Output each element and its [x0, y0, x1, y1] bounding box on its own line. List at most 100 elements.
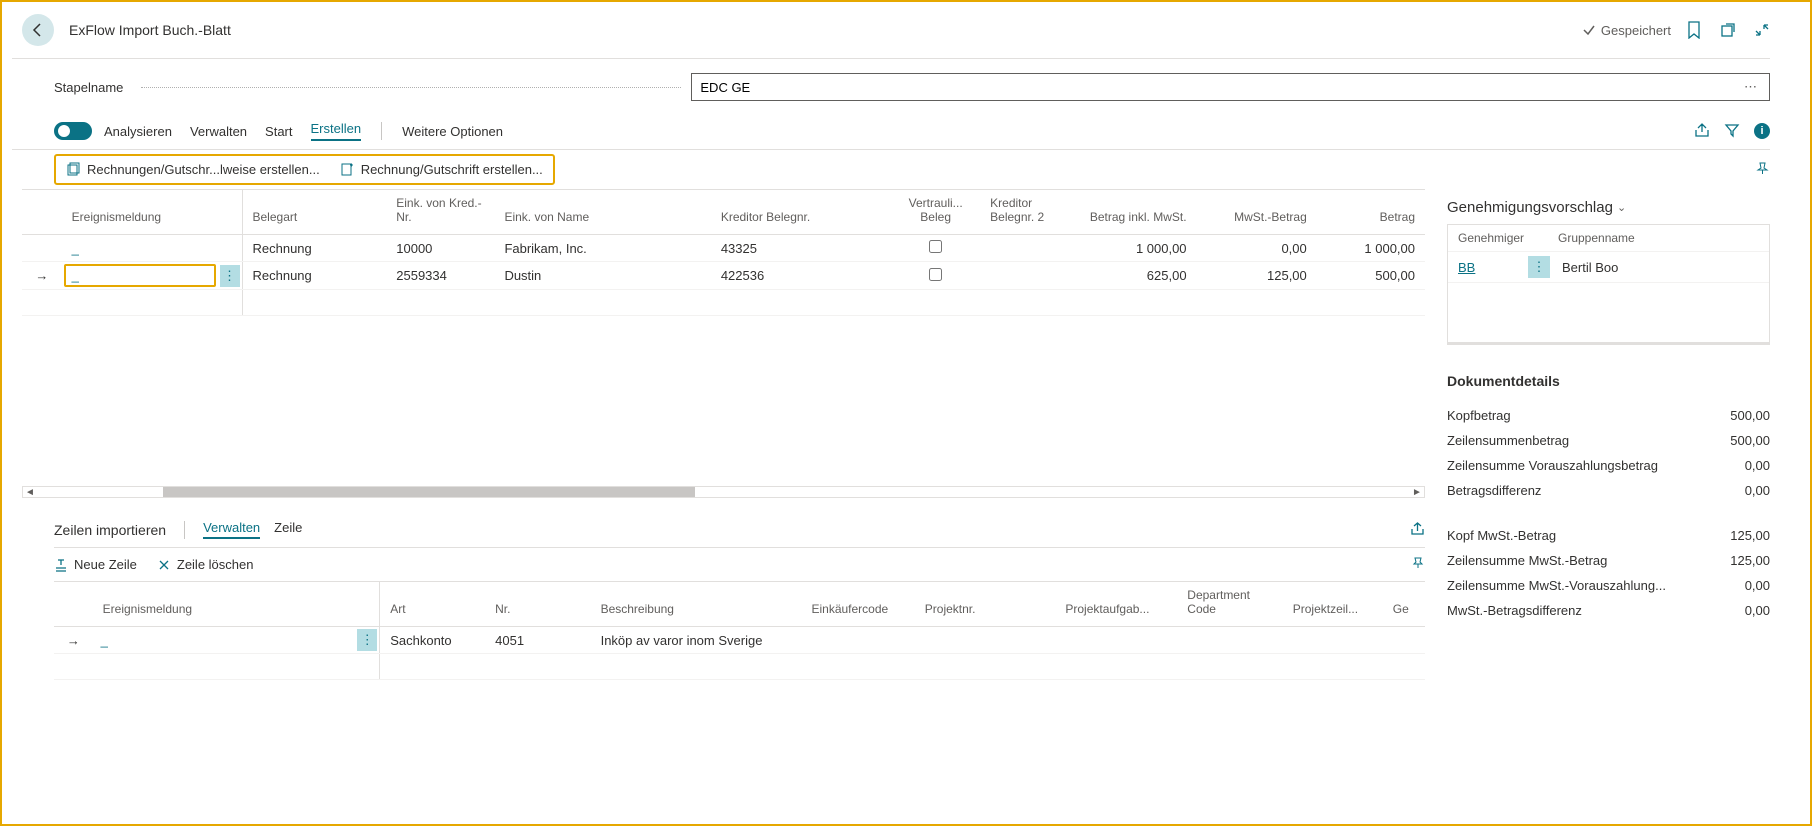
share-button[interactable] — [1694, 122, 1710, 141]
arrow-left-icon — [30, 22, 46, 38]
chevron-down-icon: ⌄ — [1617, 201, 1626, 214]
saved-label: Gespeichert — [1601, 23, 1671, 38]
batch-create-icon — [66, 162, 81, 177]
col-belegart[interactable]: Belegart — [242, 190, 386, 235]
analyze-toggle[interactable] — [54, 122, 92, 140]
cell-belegart: Rechnung — [242, 235, 386, 262]
info-button[interactable]: i — [1754, 123, 1770, 139]
cell-belegnr: 422536 — [711, 262, 891, 290]
detail-kopf-mwst: Kopf MwSt.-Betrag 125,00 — [1447, 523, 1770, 548]
cell-ereignis[interactable]: _ — [62, 235, 242, 262]
bookmark-button[interactable] — [1686, 21, 1702, 39]
lcol-ge[interactable]: Ge — [1383, 582, 1425, 627]
approver-row[interactable]: BB ⋮ Bertil Boo — [1448, 251, 1769, 282]
cell-kred-nr: 10000 — [386, 235, 494, 262]
subpage-zeile[interactable]: Zeile — [274, 520, 302, 539]
stapelname-input[interactable] — [700, 80, 1740, 95]
new-line-label: Neue Zeile — [74, 557, 137, 572]
lcell-ereignis[interactable]: _ — [95, 631, 358, 650]
delete-line-button[interactable]: Zeile löschen — [157, 557, 254, 572]
bookmark-icon — [1686, 21, 1702, 39]
stapelname-input-wrap[interactable]: ⋯ — [691, 73, 1770, 101]
lines-row-empty[interactable] — [54, 654, 1425, 680]
open-new-button[interactable] — [1720, 22, 1736, 38]
menu-verwalten[interactable]: Verwalten — [190, 124, 247, 139]
approval-panel-title[interactable]: Genehmigungsvorschlag ⌄ — [1447, 199, 1770, 216]
approver-table: Genehmiger Gruppenname BB ⋮ Bertil Boo — [1447, 224, 1770, 345]
detail-zeilensumme-mwst-voraus: Zeilensumme MwSt.-Vorauszahlung... 0,00 — [1447, 573, 1770, 598]
hscroll-right[interactable]: ► — [1410, 487, 1424, 498]
new-line-button[interactable]: Neue Zeile — [54, 557, 137, 572]
col-kred-nr[interactable]: Eink. von Kred.-Nr. — [386, 190, 494, 235]
saved-status: Gespeichert — [1582, 23, 1671, 38]
col-inkl-mwst[interactable]: Betrag inkl. MwSt. — [1076, 190, 1196, 235]
table-row-empty[interactable] — [22, 290, 1425, 316]
row-more-button[interactable]: ⋮ — [220, 265, 240, 287]
lcell-nr: 4051 — [485, 627, 590, 654]
hscroll-bar[interactable]: ◄ ► — [22, 486, 1425, 498]
cell-ereignis-highlight[interactable]: _ — [64, 264, 216, 287]
detail-zeilensumme-voraus: Zeilensumme Vorauszahlungsbetrag 0,00 — [1447, 453, 1770, 478]
batch-create-button[interactable]: Rechnungen/Gutschr...lweise erstellen... — [66, 162, 320, 177]
stapelname-lookup-button[interactable]: ⋯ — [1740, 79, 1761, 95]
cell-belegnr: 43325 — [711, 235, 891, 262]
collapse-icon — [1754, 22, 1770, 38]
detail-value: 500,00 — [1730, 408, 1770, 423]
detail-value: 125,00 — [1730, 553, 1770, 568]
col-belegnr[interactable]: Kreditor Belegnr. — [711, 190, 891, 235]
cell-belegnr2 — [980, 235, 1076, 262]
lcol-beschr[interactable]: Beschreibung — [591, 582, 802, 627]
detail-label: Zeilensumme Vorauszahlungsbetrag — [1447, 458, 1658, 473]
col-name[interactable]: Eink. von Name — [494, 190, 710, 235]
lcol-projektnr[interactable]: Projektnr. — [915, 582, 1056, 627]
col-genehmiger[interactable]: Genehmiger — [1458, 231, 1558, 245]
subpage-title: Zeilen importieren — [54, 522, 166, 538]
col-mwst[interactable]: MwSt.-Betrag — [1197, 190, 1317, 235]
col-belegnr2[interactable]: Kreditor Belegnr. 2 — [980, 190, 1076, 235]
menu-erstellen[interactable]: Erstellen — [311, 121, 362, 141]
menu-weitere[interactable]: Weitere Optionen — [402, 124, 503, 139]
row-more-button[interactable]: ⋮ — [357, 629, 377, 651]
col-vertrauli[interactable]: Vertrauli... Beleg — [891, 190, 980, 235]
lcol-projektzeil[interactable]: Projektzeil... — [1283, 582, 1383, 627]
actionbar-pin-button[interactable] — [1755, 161, 1770, 179]
table-row-selected[interactable]: → _ ⋮ Rechnung 2559334 Dustin — [22, 262, 1425, 290]
lcell-projektaufg — [1055, 627, 1177, 654]
approver-more-button[interactable]: ⋮ — [1528, 256, 1550, 278]
approver-code[interactable]: BB — [1458, 260, 1528, 275]
cell-betrag: 1 000,00 — [1317, 235, 1425, 262]
subpage-verwalten[interactable]: Verwalten — [203, 520, 260, 539]
lines-row-selected[interactable]: → _ ⋮ Sachkonto 4051 Inköp av varor inom — [54, 627, 1425, 654]
lcell-ge — [1383, 627, 1425, 654]
detail-zeilensumme: Zeilensummenbetrag 500,00 — [1447, 428, 1770, 453]
back-button[interactable] — [22, 14, 54, 46]
detail-label: Zeilensumme MwSt.-Vorauszahlung... — [1447, 578, 1666, 593]
lcol-eink[interactable]: Einkäufercode — [801, 582, 914, 627]
hscroll-thumb[interactable] — [163, 487, 695, 497]
col-gruppenname[interactable]: Gruppenname — [1558, 231, 1635, 245]
single-create-button[interactable]: Rechnung/Gutschrift erstellen... — [340, 162, 543, 177]
lcol-projektaufg[interactable]: Projektaufgab... — [1055, 582, 1177, 627]
lcol-art[interactable]: Art — [380, 582, 485, 627]
lcol-dept[interactable]: Department Code — [1177, 582, 1282, 627]
col-betrag[interactable]: Betrag — [1317, 190, 1425, 235]
table-row[interactable]: _ Rechnung 10000 Fabrikam, Inc. 43325 1 … — [22, 235, 1425, 262]
subpage-pin-button[interactable] — [1411, 556, 1425, 573]
details-title: Dokumentdetails — [1447, 373, 1770, 389]
detail-label: Betragsdifferenz — [1447, 483, 1541, 498]
hscroll-left[interactable]: ◄ — [23, 487, 37, 498]
cell-betrag: 500,00 — [1317, 262, 1425, 290]
menu-start[interactable]: Start — [265, 124, 292, 139]
filter-button[interactable] — [1724, 122, 1740, 141]
lcell-art: Sachkonto — [380, 627, 485, 654]
subpage-share-button[interactable] — [1410, 521, 1425, 539]
pin-icon — [1755, 161, 1770, 176]
lcol-ereignis[interactable]: Ereignismeldung — [93, 582, 380, 627]
col-ereignismeldung[interactable]: Ereignismeldung — [62, 190, 242, 235]
cell-vertrauli-checkbox[interactable] — [929, 240, 942, 253]
collapse-button[interactable] — [1754, 22, 1770, 38]
lcol-nr[interactable]: Nr. — [485, 582, 590, 627]
cell-vertrauli-checkbox[interactable] — [929, 268, 942, 281]
batch-create-label: Rechnungen/Gutschr...lweise erstellen... — [87, 162, 320, 177]
menu-analysieren[interactable]: Analysieren — [104, 124, 172, 139]
